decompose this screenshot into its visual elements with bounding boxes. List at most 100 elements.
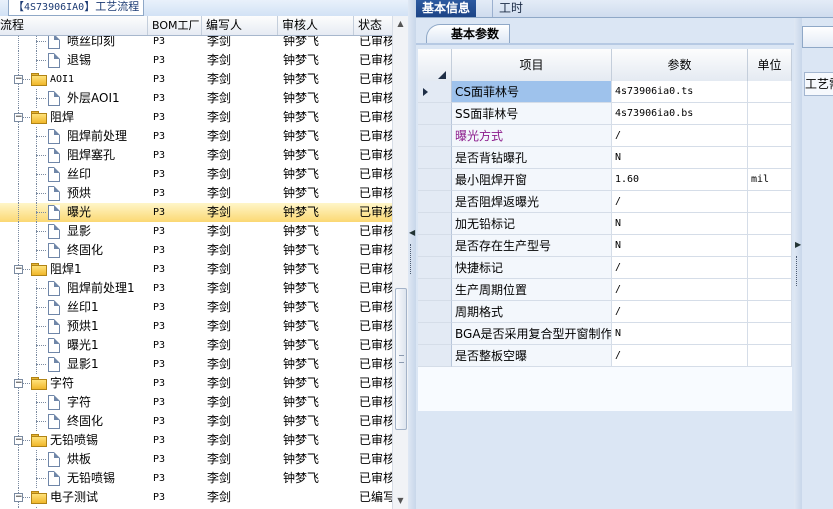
- row-indicator[interactable]: [418, 191, 452, 213]
- tree-leaf-row[interactable]: 阻焊前处理 P3 李剑 钟梦飞 已审核: [0, 127, 392, 146]
- row-indicator[interactable]: [418, 235, 452, 257]
- collapse-icon[interactable]: −: [14, 75, 23, 84]
- tree-leaf-row[interactable]: 曝光 P3 李剑 钟梦飞 已审核: [0, 203, 392, 222]
- tab-work-hours[interactable]: 工时: [492, 0, 529, 17]
- param-value[interactable]: N: [612, 147, 748, 169]
- param-row[interactable]: 生产周期位置 /: [418, 279, 792, 301]
- param-value[interactable]: /: [612, 191, 748, 213]
- collapse-left-arrow-icon[interactable]: ◀: [409, 228, 415, 237]
- param-unit[interactable]: [748, 279, 792, 301]
- tab-basic-params[interactable]: 基本参数: [426, 24, 511, 44]
- tree-folder-row[interactable]: − 阻焊 P3 李剑 钟梦飞 已审核: [0, 108, 392, 127]
- collapse-right-arrow-icon[interactable]: ▶: [795, 240, 801, 249]
- param-value[interactable]: 1.60: [612, 169, 748, 191]
- row-indicator[interactable]: [418, 81, 452, 103]
- tree-folder-row[interactable]: − AOI1 P3 李剑 钟梦飞 已审核: [0, 70, 392, 89]
- collapse-icon[interactable]: −: [14, 379, 23, 388]
- param-unit[interactable]: [748, 125, 792, 147]
- tree-folder-row[interactable]: − 字符 P3 李剑 钟梦飞 已审核: [0, 374, 392, 393]
- left-splitter[interactable]: ◀: [408, 0, 416, 509]
- process-flow-tab[interactable]: 【4S73906IA0】工艺流程: [8, 0, 145, 16]
- param-row[interactable]: SS面菲林号 4s73906ia0.bs: [418, 103, 792, 125]
- row-indicator[interactable]: [418, 301, 452, 323]
- param-unit[interactable]: [748, 257, 792, 279]
- param-unit[interactable]: [748, 301, 792, 323]
- row-indicator[interactable]: [418, 169, 452, 191]
- param-unit[interactable]: [748, 103, 792, 125]
- param-unit[interactable]: [748, 235, 792, 257]
- tree-scrollbar[interactable]: ▲ ▼: [392, 16, 408, 509]
- tree-leaf-row[interactable]: 无铅喷锡 P3 李剑 钟梦飞 已审核: [0, 469, 392, 488]
- row-indicator[interactable]: [418, 279, 452, 301]
- row-indicator[interactable]: [418, 345, 452, 367]
- param-row[interactable]: 是否存在生产型号 N: [418, 235, 792, 257]
- param-row[interactable]: BGA是否采用复合型开窗制作 N: [418, 323, 792, 345]
- collapse-icon[interactable]: −: [14, 113, 23, 122]
- param-unit[interactable]: mil: [748, 169, 792, 191]
- tree-leaf-row[interactable]: 预烘 P3 李剑 钟梦飞 已审核: [0, 184, 392, 203]
- param-row[interactable]: 是否阻焊返曝光 /: [418, 191, 792, 213]
- param-row[interactable]: CS面菲林号 4s73906ia0.ts: [418, 81, 792, 103]
- param-value[interactable]: N: [612, 213, 748, 235]
- collapse-icon[interactable]: −: [14, 436, 23, 445]
- tree-leaf-row[interactable]: 烘板 P3 李剑 钟梦飞 已审核: [0, 450, 392, 469]
- tree-leaf-row[interactable]: 丝印1 P3 李剑 钟梦飞 已审核: [0, 298, 392, 317]
- requirement-tab[interactable]: [802, 26, 833, 48]
- param-value[interactable]: /: [612, 345, 748, 367]
- param-unit[interactable]: [748, 323, 792, 345]
- tree-leaf-row[interactable]: 曝光1 P3 李剑 钟梦飞 已审核: [0, 336, 392, 355]
- scroll-down-arrow-icon[interactable]: ▼: [395, 495, 406, 507]
- param-row[interactable]: 加无铅标记 N: [418, 213, 792, 235]
- param-row[interactable]: 曝光方式 /: [418, 125, 792, 147]
- col-header-item[interactable]: 项目: [452, 49, 612, 81]
- collapse-icon[interactable]: −: [14, 493, 23, 502]
- tree-leaf-row[interactable]: 终固化 P3 李剑 钟梦飞 已审核: [0, 241, 392, 260]
- col-header-status[interactable]: 状态: [354, 16, 394, 35]
- param-value[interactable]: /: [612, 301, 748, 323]
- collapse-icon[interactable]: −: [14, 265, 23, 274]
- param-unit[interactable]: [748, 345, 792, 367]
- param-value[interactable]: N: [612, 323, 748, 345]
- tree-leaf-row[interactable]: 外层AOI1 P3 李剑 钟梦飞 已审核: [0, 89, 392, 108]
- tree-leaf-row[interactable]: 喷丝印刻 P3 李剑 钟梦飞 已审核: [0, 36, 392, 51]
- col-header-unit[interactable]: 单位: [748, 49, 792, 81]
- row-indicator[interactable]: [418, 147, 452, 169]
- tree-leaf-row[interactable]: 终固化 P3 李剑 钟梦飞 已审核: [0, 412, 392, 431]
- col-header-writer[interactable]: 编写人: [202, 16, 278, 35]
- col-header-reviewer[interactable]: 审核人: [278, 16, 354, 35]
- right-splitter[interactable]: ▶: [794, 18, 802, 509]
- param-row[interactable]: 是否背钻曝孔 N: [418, 147, 792, 169]
- row-indicator[interactable]: [418, 257, 452, 279]
- row-indicator[interactable]: [418, 125, 452, 147]
- param-row[interactable]: 周期格式 /: [418, 301, 792, 323]
- param-value[interactable]: 4s73906ia0.bs: [612, 103, 748, 125]
- param-unit[interactable]: [748, 147, 792, 169]
- tab-basic-info[interactable]: 基本信息: [416, 0, 477, 17]
- param-row[interactable]: 快捷标记 /: [418, 257, 792, 279]
- param-row[interactable]: 是否整板空曝 /: [418, 345, 792, 367]
- tree-folder-row[interactable]: − 电子测试 P3 李剑 已编写: [0, 488, 392, 507]
- param-value[interactable]: /: [612, 257, 748, 279]
- param-row[interactable]: 最小阻焊开窗 1.60 mil: [418, 169, 792, 191]
- grid-corner[interactable]: [418, 49, 452, 81]
- param-unit[interactable]: [748, 213, 792, 235]
- param-value[interactable]: /: [612, 279, 748, 301]
- col-header-value[interactable]: 参数: [612, 49, 748, 81]
- col-header-bom-factory[interactable]: BOM工厂: [148, 16, 202, 35]
- tree-leaf-row[interactable]: 预烘1 P3 李剑 钟梦飞 已审核: [0, 317, 392, 336]
- scroll-up-arrow-icon[interactable]: ▲: [395, 18, 406, 30]
- row-indicator[interactable]: [418, 213, 452, 235]
- param-value[interactable]: N: [612, 235, 748, 257]
- row-indicator[interactable]: [418, 103, 452, 125]
- tree-leaf-row[interactable]: 显影 P3 李剑 钟梦飞 已审核: [0, 222, 392, 241]
- tree-leaf-row[interactable]: 丝印 P3 李剑 钟梦飞 已审核: [0, 165, 392, 184]
- tree-folder-row[interactable]: − 无铅喷锡 P3 李剑 钟梦飞 已审核: [0, 431, 392, 450]
- tree-leaf-row[interactable]: 阻焊塞孔 P3 李剑 钟梦飞 已审核: [0, 146, 392, 165]
- row-indicator[interactable]: [418, 323, 452, 345]
- tree-leaf-row[interactable]: 显影1 P3 李剑 钟梦飞 已审核: [0, 355, 392, 374]
- tree-folder-row[interactable]: − 阻焊1 P3 李剑 钟梦飞 已审核: [0, 260, 392, 279]
- param-unit[interactable]: [748, 191, 792, 213]
- param-unit[interactable]: [748, 81, 792, 103]
- tree-leaf-row[interactable]: 退锡 P3 李剑 钟梦飞 已审核: [0, 51, 392, 70]
- tree-leaf-row[interactable]: 字符 P3 李剑 钟梦飞 已审核: [0, 393, 392, 412]
